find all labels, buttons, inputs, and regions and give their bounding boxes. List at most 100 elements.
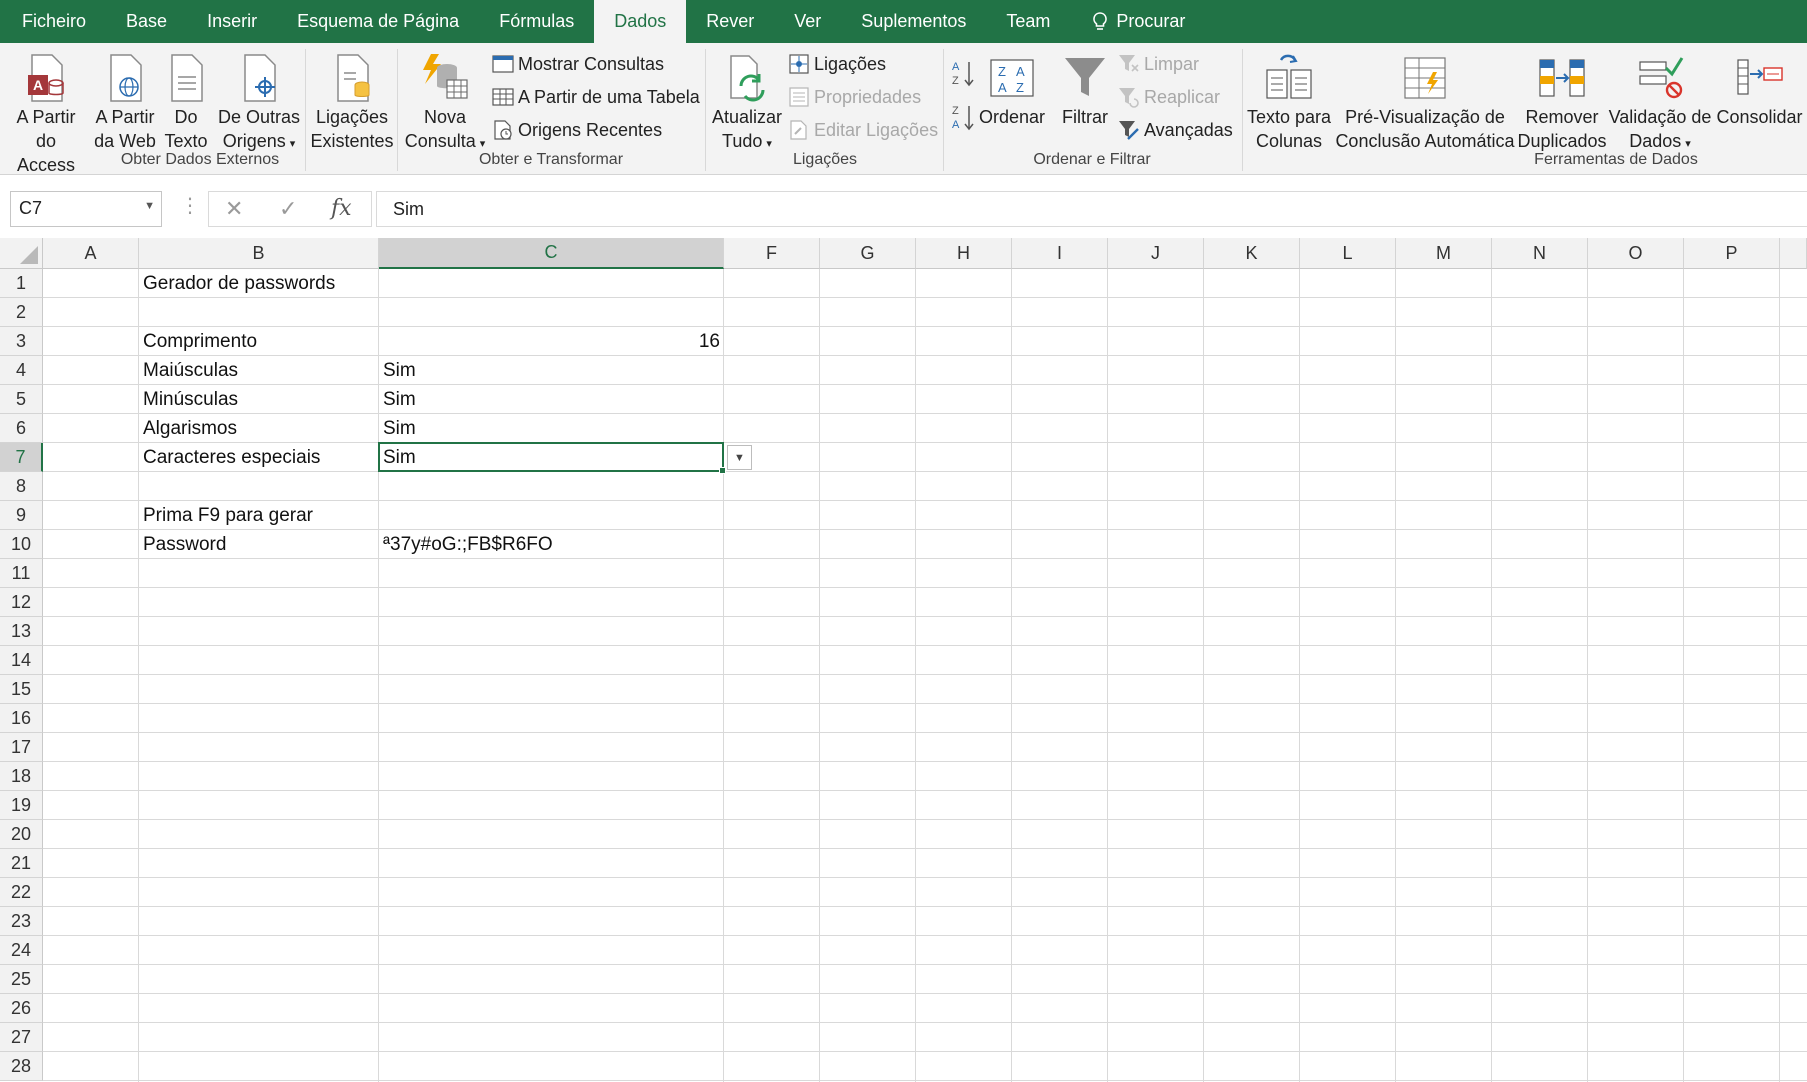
cell-b7[interactable]: Caracteres especiais	[139, 443, 379, 472]
resize-handle-icon[interactable]: ⋮	[180, 193, 200, 218]
row-header-18[interactable]: 18	[0, 762, 43, 791]
row-header-20[interactable]: 20	[0, 820, 43, 849]
enter-icon[interactable]: ✓	[279, 196, 297, 222]
select-all-button[interactable]	[0, 238, 43, 269]
cell-c4[interactable]: Sim	[379, 356, 724, 385]
column-header-l[interactable]: L	[1300, 238, 1396, 269]
new-query-button[interactable]: Nova Consulta ▾	[400, 47, 490, 156]
row-header-19[interactable]: 19	[0, 791, 43, 820]
column-header-i[interactable]: I	[1012, 238, 1108, 269]
row-header-9[interactable]: 9	[0, 501, 43, 530]
column-header-j[interactable]: J	[1108, 238, 1204, 269]
cell-b6[interactable]: Algarismos	[139, 414, 379, 443]
column-header-k[interactable]: K	[1204, 238, 1300, 269]
row-header-12[interactable]: 12	[0, 588, 43, 617]
cell-c6[interactable]: Sim	[379, 414, 724, 443]
row-header-3[interactable]: 3	[0, 327, 43, 356]
row-header-23[interactable]: 23	[0, 907, 43, 936]
name-box[interactable]: C7 ▼	[10, 191, 162, 227]
row-header-1[interactable]: 1	[0, 269, 43, 298]
row-header-10[interactable]: 10	[0, 530, 43, 559]
row-header-11[interactable]: 11	[0, 559, 43, 588]
tell-me-search[interactable]: Procurar	[1070, 0, 1205, 43]
show-queries-button[interactable]: Mostrar Consultas	[492, 50, 664, 78]
cell-b3[interactable]: Comprimento	[139, 327, 379, 356]
tab-formulas[interactable]: Fórmulas	[479, 0, 594, 43]
column-header-f[interactable]: F	[724, 238, 820, 269]
formula-input[interactable]: Sim	[376, 191, 1807, 227]
chevron-down-icon[interactable]: ▼	[144, 200, 155, 212]
reapply-filter-button[interactable]: Reaplicar	[1118, 83, 1220, 111]
advanced-filter-button[interactable]: Avançadas	[1118, 116, 1233, 144]
refresh-all-button[interactable]: Atualizar Tudo ▾	[708, 47, 786, 156]
from-text-button[interactable]: Do Texto	[162, 47, 210, 153]
tab-base[interactable]: Base	[106, 0, 187, 43]
cell-c10[interactable]: ª37y#oG:;FB$R6FO	[379, 530, 724, 559]
row-header-8[interactable]: 8	[0, 472, 43, 501]
sort-button[interactable]: Z A A Z Ordenar	[976, 47, 1048, 129]
cell-b10[interactable]: Password	[139, 530, 379, 559]
row-header-24[interactable]: 24	[0, 936, 43, 965]
row-header-27[interactable]: 27	[0, 1023, 43, 1052]
remove-duplicates-button[interactable]: Remover Duplicados	[1516, 47, 1608, 153]
column-header-c[interactable]: C	[379, 238, 724, 269]
row-header-5[interactable]: 5	[0, 385, 43, 414]
column-header-h[interactable]: H	[916, 238, 1012, 269]
cell-b4[interactable]: Maiúsculas	[139, 356, 379, 385]
row-header-14[interactable]: 14	[0, 646, 43, 675]
column-header-q[interactable]	[1780, 238, 1807, 269]
flash-fill-button[interactable]: Pré-Visualização de Conclusão Automática	[1334, 47, 1516, 153]
row-header-13[interactable]: 13	[0, 617, 43, 646]
cell-c5[interactable]: Sim	[379, 385, 724, 414]
text-to-columns-button[interactable]: Texto para Colunas	[1246, 47, 1332, 153]
properties-button[interactable]: Propriedades	[788, 83, 921, 111]
row-header-21[interactable]: 21	[0, 849, 43, 878]
cell-b1[interactable]: Gerador de passwords	[139, 269, 379, 298]
tab-dados[interactable]: Dados	[594, 0, 687, 43]
edit-links-button[interactable]: Editar Ligações	[788, 116, 938, 144]
from-table-button[interactable]: A Partir de uma Tabela	[492, 83, 700, 111]
column-header-n[interactable]: N	[1492, 238, 1588, 269]
row-header-22[interactable]: 22	[0, 878, 43, 907]
recent-sources-button[interactable]: Origens Recentes	[492, 116, 662, 144]
existing-connections-button[interactable]: Ligações Existentes	[310, 47, 394, 153]
cell-b9[interactable]: Prima F9 para gerar	[139, 501, 379, 530]
row-header-17[interactable]: 17	[0, 733, 43, 762]
tab-suplementos[interactable]: Suplementos	[841, 0, 986, 43]
from-web-button[interactable]: A Partir da Web	[90, 47, 160, 153]
fill-handle[interactable]	[719, 467, 726, 474]
insert-function-icon[interactable]: fx	[331, 196, 352, 221]
filter-button[interactable]: Filtrar	[1052, 47, 1118, 129]
tab-esquema-pagina[interactable]: Esquema de Página	[277, 0, 479, 43]
clear-filter-button[interactable]: Limpar	[1118, 50, 1199, 78]
data-validation-button[interactable]: Validação de Dados ▾	[1608, 47, 1712, 156]
column-header-p[interactable]: P	[1684, 238, 1780, 269]
column-header-g[interactable]: G	[820, 238, 916, 269]
row-header-26[interactable]: 26	[0, 994, 43, 1023]
row-header-15[interactable]: 15	[0, 675, 43, 704]
consolidate-button[interactable]: Consolidar	[1712, 47, 1807, 129]
tab-team[interactable]: Team	[986, 0, 1070, 43]
column-header-a[interactable]: A	[43, 238, 139, 269]
cell-c3[interactable]: 16	[379, 327, 724, 356]
row-header-4[interactable]: 4	[0, 356, 43, 385]
tab-inserir[interactable]: Inserir	[187, 0, 277, 43]
row-header-2[interactable]: 2	[0, 298, 43, 327]
row-header-28[interactable]: 28	[0, 1052, 43, 1081]
row-header-6[interactable]: 6	[0, 414, 43, 443]
row-header-16[interactable]: 16	[0, 704, 43, 733]
tab-ficheiro[interactable]: Ficheiro	[2, 0, 106, 43]
tab-ver[interactable]: Ver	[774, 0, 841, 43]
cell-b5[interactable]: Minúsculas	[139, 385, 379, 414]
cancel-icon[interactable]: ✕	[225, 196, 243, 222]
column-header-b[interactable]: B	[139, 238, 379, 269]
row-header-25[interactable]: 25	[0, 965, 43, 994]
spreadsheet-grid[interactable]: A B C F G H I J K L M N O P 1 2 3 4 5 6 7 8 9 10 11 12 13 14 15 16 17 1…	[0, 238, 1807, 1082]
from-access-button[interactable]: A A Partir do Access	[8, 47, 84, 177]
column-header-m[interactable]: M	[1396, 238, 1492, 269]
tab-rever[interactable]: Rever	[686, 0, 774, 43]
column-header-o[interactable]: O	[1588, 238, 1684, 269]
connections-button[interactable]: Ligações	[788, 50, 886, 78]
row-header-7[interactable]: 7	[0, 443, 43, 472]
validation-dropdown-button[interactable]: ▼	[727, 445, 752, 470]
